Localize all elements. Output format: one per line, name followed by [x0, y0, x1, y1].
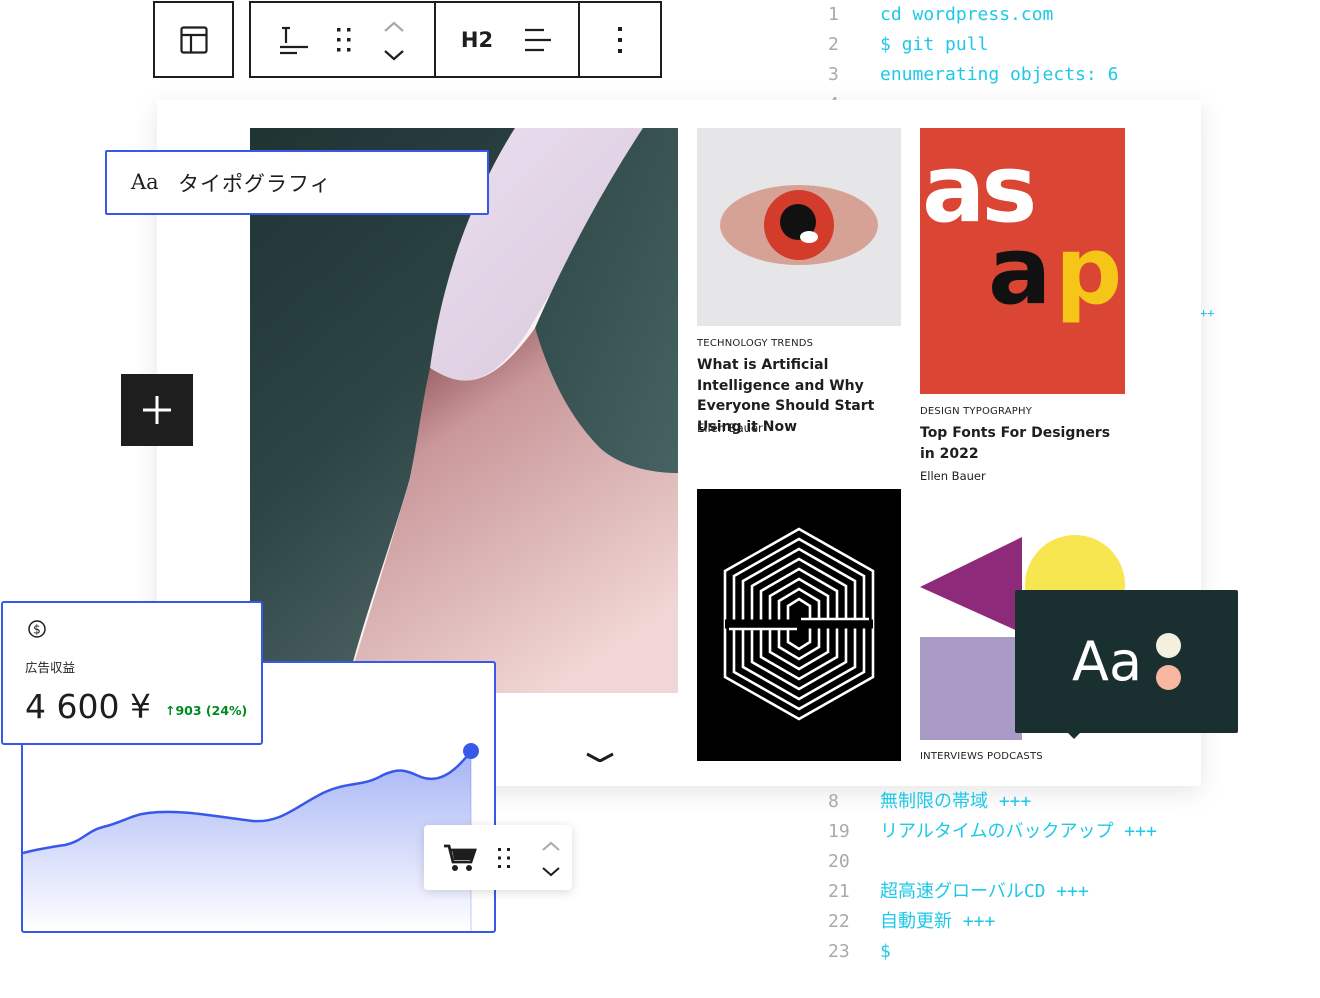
- poster-text-a: a: [988, 217, 1052, 326]
- terminal-line: 3 enumerating objects: 6: [828, 60, 1118, 90]
- line-number: 22: [828, 911, 850, 932]
- current-point[interactable]: [463, 743, 479, 759]
- post-author: Ellen Bauer: [697, 421, 763, 435]
- post-title[interactable]: Top Fonts For Designers in 2022: [920, 423, 1120, 464]
- typography-label: タイポグラフィ: [178, 172, 332, 196]
- terminal-line: 23 $: [828, 937, 891, 967]
- line-number: 1: [828, 4, 839, 25]
- post-tags: DESIGN TYPOGRAPHY: [920, 406, 1033, 417]
- drag-handle-button[interactable]: [323, 3, 365, 76]
- move-up-icon: [384, 21, 404, 32]
- terminal-line: 1 cd wordpress.com: [828, 0, 1053, 30]
- terminal-command: リアルタイムのバックアップ +++: [880, 821, 1157, 842]
- heading-level-button[interactable]: H2: [447, 3, 507, 76]
- post-tags: INTERVIEWS PODCASTS: [920, 751, 1043, 762]
- line-number: 8: [828, 791, 839, 812]
- font-color-swatch-light: [1156, 633, 1181, 658]
- cart-button[interactable]: [438, 839, 482, 877]
- line-number: 2: [828, 34, 839, 55]
- poster-text-p: p: [1055, 217, 1123, 326]
- drag-handle-button[interactable]: [490, 843, 518, 873]
- terminal-line: 19 リアルタイムのバックアップ +++: [828, 817, 1157, 847]
- font-preview-aa: Aa: [1072, 630, 1143, 693]
- post-tags: TECHNOLOGY TRENDS: [697, 338, 814, 349]
- revenue-change: ↑903 (24%): [165, 703, 248, 718]
- terminal-command: 自動更新 +++: [880, 911, 996, 932]
- text-align-icon: [280, 26, 308, 54]
- terminal-line: 8 無制限の帯域 +++: [828, 787, 1031, 817]
- revenue-label: 広告収益: [25, 660, 76, 675]
- product-block-toolbar: [424, 825, 572, 890]
- font-preview-tooltip[interactable]: Aa: [1015, 590, 1238, 739]
- move-down-button[interactable]: [536, 860, 566, 882]
- move-up-icon: [542, 841, 560, 851]
- more-options-icon: [618, 26, 622, 53]
- move-up-button[interactable]: [536, 835, 566, 857]
- add-block-button[interactable]: [121, 374, 193, 446]
- plus-icon: [143, 396, 171, 424]
- terminal-line: 22 自動更新 +++: [828, 907, 995, 937]
- move-down-icon: [542, 867, 560, 877]
- terminal-command: cd wordpress.com: [880, 4, 1054, 25]
- typography-panel[interactable]: Aa タイポグラフィ: [105, 150, 489, 215]
- line-number: 23: [828, 941, 850, 962]
- maze-hexagon-image: [697, 489, 901, 761]
- font-color-swatch-peach: [1156, 665, 1181, 690]
- terminal-command: enumerating objects: 6: [880, 64, 1119, 85]
- more-options-button[interactable]: [580, 3, 660, 76]
- line-number: 3: [828, 64, 839, 85]
- terminal-line: 21 超高速グローバルCD +++: [828, 877, 1089, 907]
- revenue-area: [23, 751, 471, 931]
- terminal-command: 無制限の帯域 +++: [880, 791, 1032, 812]
- move-down-icon: [384, 50, 404, 61]
- move-down-button[interactable]: [373, 37, 415, 73]
- typography-aa-icon: Aa: [131, 170, 159, 194]
- line-number: 21: [828, 881, 850, 902]
- revenue-card: $ 広告収益 4 600 ¥ ↑903 (24%): [1, 601, 263, 745]
- post-author: Ellen Bauer: [920, 469, 986, 483]
- terminal-fragment: ++: [1200, 306, 1215, 320]
- dollar-circle-icon: $: [28, 620, 46, 638]
- svg-text:$: $: [33, 623, 41, 637]
- logo-fragment: [586, 752, 614, 762]
- terminal-line: 2 $ git pull: [828, 30, 988, 60]
- text-align-button[interactable]: [265, 3, 323, 76]
- cart-icon: [444, 844, 477, 871]
- tooltip-pointer: [1067, 732, 1081, 739]
- asap-poster: as a p: [920, 128, 1125, 394]
- line-number: 19: [828, 821, 850, 842]
- align-left-icon: [525, 28, 551, 51]
- align-button[interactable]: [509, 3, 567, 76]
- drag-handle-icon: [337, 27, 351, 51]
- line-number: 20: [828, 851, 850, 872]
- drag-handle-icon: [498, 848, 510, 868]
- heading-level-label: H2: [460, 27, 494, 52]
- block-type-toolbar: [153, 1, 234, 78]
- layout-icon: [179, 25, 208, 54]
- toolbar-divider: [434, 3, 436, 76]
- terminal-line: 20: [828, 847, 880, 877]
- revenue-amount: 4 600 ¥: [25, 687, 151, 726]
- eye-illustration: [697, 128, 901, 326]
- terminal-command: 超高速グローバルCD +++: [880, 881, 1089, 902]
- terminal-command: $ git pull: [880, 34, 989, 55]
- layout-button[interactable]: [155, 3, 232, 76]
- block-toolbar: H2: [249, 1, 662, 78]
- terminal-command: $: [880, 941, 891, 962]
